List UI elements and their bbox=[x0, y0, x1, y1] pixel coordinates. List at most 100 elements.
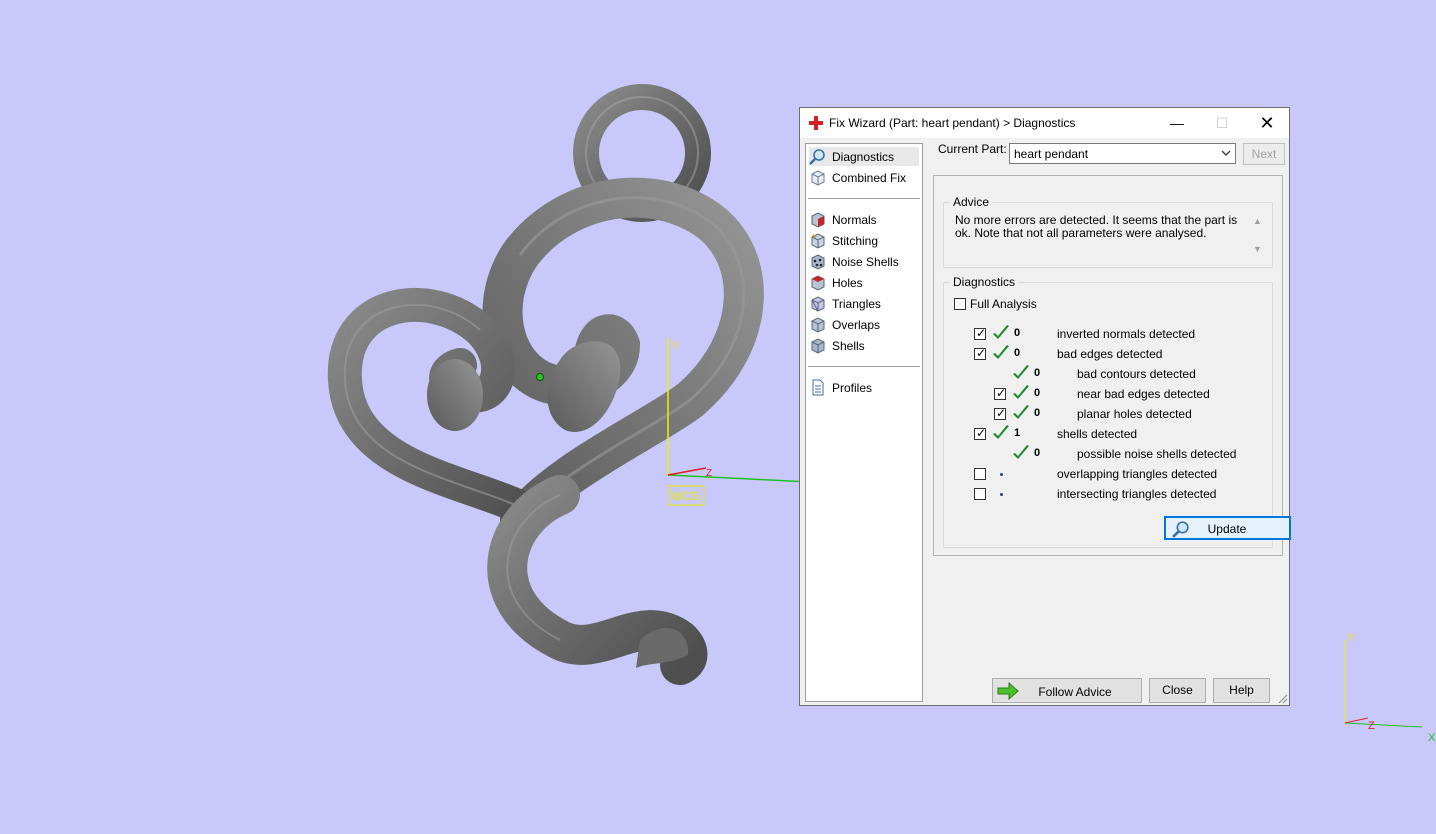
current-part-label: Current Part: bbox=[938, 142, 1007, 156]
chevron-down-icon bbox=[1221, 150, 1231, 156]
nav-item-profiles[interactable]: Profiles bbox=[809, 378, 919, 397]
close-window-button[interactable]: ✕ bbox=[1244, 108, 1290, 138]
diagnostic-checkbox[interactable]: ✓ bbox=[974, 426, 986, 440]
follow-advice-label: Follow Advice bbox=[1038, 685, 1112, 699]
diagnostic-label: shells detected bbox=[1057, 427, 1138, 441]
diagnostic-count: 0 bbox=[1034, 387, 1041, 399]
diagnostic-label: inverted normals detected bbox=[1057, 327, 1196, 341]
nav-label: Overlaps bbox=[832, 317, 881, 332]
mini-z-axis-label: Z bbox=[1368, 720, 1375, 732]
diagnostic-label: bad contours detected bbox=[1077, 367, 1196, 381]
nav-item-overlaps[interactable]: Overlaps bbox=[809, 315, 919, 334]
nav-label: Profiles bbox=[832, 380, 873, 395]
checkmark-icon: ✓ bbox=[976, 346, 987, 360]
magnifier-icon bbox=[1172, 521, 1189, 538]
document-icon bbox=[812, 379, 824, 396]
diagnostic-checkbox[interactable]: ✓ bbox=[974, 326, 987, 340]
wizard-nav-list: Diagnostics Combined Fix Normals Stitchi… bbox=[805, 143, 923, 702]
nav-label: Stitching bbox=[832, 233, 879, 248]
diagnostic-checkbox[interactable]: ✓ bbox=[974, 346, 987, 360]
diagnostic-checkbox[interactable] bbox=[974, 468, 986, 480]
shells-cube-icon bbox=[811, 338, 825, 354]
heart-pendant-model[interactable] bbox=[327, 84, 764, 685]
nav-item-stitching[interactable]: Stitching bbox=[809, 231, 919, 250]
help-button[interactable]: Help bbox=[1213, 678, 1270, 703]
diagnostic-label: intersecting triangles detected bbox=[1057, 487, 1217, 501]
fix-wizard-dialog: Fix Wizard (Part: heart pendant) > Diagn… bbox=[799, 107, 1291, 706]
checkmark-icon: ✓ bbox=[996, 406, 1007, 420]
diagnostic-label: planar holes detected bbox=[1077, 407, 1192, 421]
full-analysis-label: Full Analysis bbox=[970, 297, 1037, 311]
pending-dot-icon bbox=[1000, 493, 1003, 496]
checkmark-icon: ✓ bbox=[996, 386, 1007, 400]
diagnostic-label: near bad edges detected bbox=[1077, 387, 1210, 401]
advice-group: Advice No more errors are detected. It s… bbox=[943, 195, 1273, 268]
diagnostic-count: 1 bbox=[1014, 427, 1021, 439]
diagnostic-label: possible noise shells detected bbox=[1077, 447, 1237, 461]
normals-cube-icon bbox=[811, 212, 825, 228]
nav-separator bbox=[808, 366, 920, 367]
magnifier-icon bbox=[809, 149, 825, 165]
diagnostic-count: 0 bbox=[1034, 367, 1041, 379]
scroll-up-icon[interactable]: ▲ bbox=[1253, 216, 1262, 226]
triangles-cube-icon bbox=[811, 296, 825, 312]
nav-item-combined-fix[interactable]: Combined Fix bbox=[809, 168, 919, 187]
nav-item-holes[interactable]: Holes bbox=[809, 273, 919, 292]
green-check-icon bbox=[1013, 365, 1029, 379]
diagnostic-checkbox[interactable]: ✓ bbox=[994, 406, 1007, 420]
advice-scrollbar[interactable]: ▲ ▼ bbox=[1250, 216, 1266, 256]
nav-label: Diagnostics bbox=[832, 149, 895, 164]
update-label: Update bbox=[1207, 522, 1247, 536]
diagnostics-title: Diagnostics bbox=[950, 275, 1019, 289]
nav-item-noise-shells[interactable]: Noise Shells bbox=[809, 252, 919, 271]
current-part-value: heart pendant bbox=[1014, 147, 1089, 161]
advice-text: No more errors are detected. It seems th… bbox=[955, 213, 1238, 240]
diagnostic-checkbox[interactable]: ✓ bbox=[994, 386, 1007, 400]
wcs-label: WCS bbox=[671, 489, 699, 503]
next-button[interactable]: Next bbox=[1243, 143, 1285, 165]
nav-item-shells[interactable]: Shells bbox=[809, 336, 919, 355]
advice-title: Advice bbox=[950, 195, 993, 209]
nav-item-normals[interactable]: Normals bbox=[809, 210, 919, 229]
green-check-icon bbox=[993, 425, 1009, 439]
red-cross-icon bbox=[809, 116, 823, 130]
title-bar[interactable]: Fix Wizard (Part: heart pendant) > Diagn… bbox=[800, 108, 1289, 138]
cube-icon bbox=[811, 170, 825, 186]
follow-advice-button[interactable]: Follow Advice bbox=[992, 678, 1142, 703]
nav-label: Triangles bbox=[832, 296, 881, 311]
diagnostics-group: Diagnostics Full Analysis ✓ 0 inverted nor… bbox=[943, 275, 1291, 548]
green-check-icon bbox=[1013, 445, 1029, 459]
diagnostics-panel: Advice No more errors are detected. It s… bbox=[933, 175, 1291, 556]
diagnostic-count: 0 bbox=[1014, 347, 1021, 359]
green-check-icon bbox=[1013, 385, 1029, 399]
diagnostic-checkbox[interactable] bbox=[974, 488, 986, 500]
green-check-icon bbox=[993, 345, 1009, 359]
stitching-cube-icon bbox=[811, 233, 825, 249]
diagnostic-count: 0 bbox=[1034, 447, 1041, 459]
wcs-y-axis-label: Y bbox=[672, 340, 680, 352]
nav-item-triangles[interactable]: Triangles bbox=[809, 294, 919, 313]
green-arrow-icon bbox=[997, 682, 1019, 700]
advice-box: No more errors are detected. It seems th… bbox=[946, 210, 1272, 262]
scroll-down-icon[interactable]: ▼ bbox=[1253, 244, 1262, 254]
minimize-button[interactable]: — bbox=[1154, 108, 1200, 138]
nav-label: Normals bbox=[832, 212, 877, 227]
full-analysis-checkbox[interactable] bbox=[954, 298, 966, 310]
diagnostic-count: 0 bbox=[1014, 327, 1021, 339]
dialog-title: Fix Wizard (Part: heart pendant) > Diagn… bbox=[829, 116, 1076, 130]
diagnostic-count: 0 bbox=[1034, 407, 1041, 419]
checkmark-icon: ✓ bbox=[976, 326, 987, 340]
resize-grip-icon[interactable] bbox=[1278, 694, 1288, 704]
orientation-axes: Y Z X bbox=[1344, 632, 1436, 744]
nav-item-diagnostics[interactable]: Diagnostics bbox=[809, 147, 919, 166]
close-button[interactable]: Close bbox=[1149, 678, 1206, 703]
holes-cube-icon bbox=[811, 275, 825, 291]
current-part-select[interactable]: heart pendant bbox=[1009, 143, 1236, 164]
noise-shells-icon bbox=[811, 254, 825, 270]
nav-label: Holes bbox=[832, 275, 863, 290]
maximize-button[interactable]: ☐ bbox=[1199, 108, 1245, 138]
update-button[interactable]: Update bbox=[1164, 516, 1291, 540]
overlaps-cube-icon bbox=[811, 317, 825, 333]
diagnostic-label: overlapping triangles detected bbox=[1057, 467, 1218, 481]
nav-separator bbox=[808, 198, 920, 199]
